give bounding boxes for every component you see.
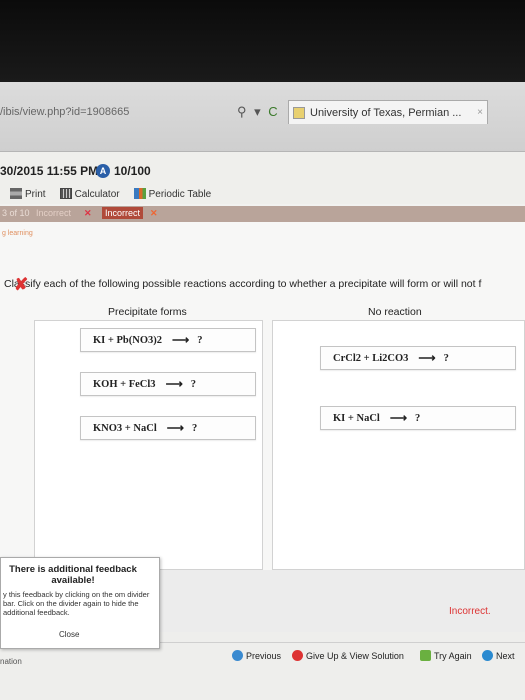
arrow-icon: ⟶: [171, 332, 190, 347]
explanation-tab[interactable]: nation: [0, 657, 22, 666]
previous-button[interactable]: Previous: [232, 650, 281, 661]
feedback-title: There is additional feedback available!: [9, 564, 137, 586]
feedback-close-button[interactable]: Close: [59, 630, 79, 639]
bin-precipitate-forms[interactable]: [34, 320, 263, 570]
address-bar[interactable]: /ibis/view.php?id=1908665: [0, 106, 129, 118]
score: 10/100: [114, 164, 151, 178]
browser-toolbar: /ibis/view.php?id=1908665 ⚲ ▾ C Universi…: [0, 82, 525, 152]
search-dropdown-icon[interactable]: ⚲ ▾ C: [237, 104, 280, 120]
arrow-icon: ⟶: [389, 410, 408, 425]
tab-close-icon[interactable]: ×: [477, 107, 483, 118]
reaction-chip-koh-fecl3[interactable]: KOH + FeCl3 ⟶ ?: [80, 372, 256, 396]
attempt-1-status: Incorrect: [36, 208, 72, 218]
calculator-icon: [59, 188, 72, 199]
periodic-table-icon: [133, 188, 146, 199]
result-status: Incorrect.: [449, 606, 491, 617]
arrow-icon: ⟶: [166, 420, 184, 435]
reaction-chip-ki-pbno32[interactable]: KI + Pb(NO3)2 ⟶ ?: [80, 328, 256, 352]
favicon-icon: [293, 106, 305, 119]
browser-window: /ibis/view.php?id=1908665 ⚲ ▾ C Universi…: [0, 82, 525, 700]
column-header-no-reaction: No reaction: [368, 306, 422, 318]
next-icon: [482, 650, 493, 661]
attempt-2-status[interactable]: Incorrect: [102, 207, 144, 219]
reaction-chip-kno3-nacl[interactable]: KNO3 + NaCl ⟶ ?: [80, 416, 256, 440]
incorrect-x-icon: ✘: [14, 275, 29, 294]
feedback-popup: There is additional feedback available! …: [0, 557, 160, 649]
question-progress: 3 of 10: [2, 208, 30, 218]
try-again-button[interactable]: Try Again: [420, 650, 472, 661]
tab-title: University of Texas, Permian ...: [310, 106, 462, 119]
calculator-button[interactable]: Calculator: [59, 188, 120, 200]
print-button[interactable]: Print: [10, 188, 46, 200]
tools-toolbar: Print Calculator Periodic Table: [10, 188, 211, 200]
feedback-body: y this feedback by clicking on the om di…: [3, 590, 150, 617]
attempt-1-x-icon: ✕: [84, 208, 92, 218]
print-icon: [10, 188, 22, 199]
previous-icon: [232, 650, 243, 661]
learning-tag: g learning: [2, 230, 33, 237]
refresh-icon[interactable]: C: [268, 104, 279, 119]
question-text: Classify each of the following possible …: [4, 278, 482, 290]
give-up-button[interactable]: Give Up & View Solution: [292, 650, 404, 661]
periodic-table-button[interactable]: Periodic Table: [133, 188, 211, 200]
due-date: 30/2015 11:55 PM: [0, 164, 99, 178]
monitor-bezel: [0, 0, 525, 82]
arrow-icon: ⟶: [165, 376, 183, 391]
try-again-icon: [420, 650, 431, 661]
next-button[interactable]: Next: [482, 650, 515, 661]
arrow-icon: ⟶: [418, 350, 436, 365]
attempt-status-bar: 3 of 10 Incorrect ✕ Incorrect ✕: [0, 206, 525, 222]
reaction-chip-ki-nacl[interactable]: KI + NaCl ⟶ ?: [320, 406, 516, 430]
score-icon: A: [96, 164, 110, 178]
browser-tab[interactable]: University of Texas, Permian ... ×: [288, 100, 488, 124]
attempt-2-x-icon: ✕: [150, 208, 158, 218]
column-header-precipitate: Precipitate forms: [108, 306, 187, 318]
sorting-bins: KI + Pb(NO3)2 ⟶ ? KOH + FeCl3 ⟶ ? KNO3 +…: [34, 320, 525, 570]
reaction-chip-crcl2-li2co3[interactable]: CrCl2 + Li2CO3 ⟶ ?: [320, 346, 516, 370]
give-up-icon: [292, 650, 303, 661]
